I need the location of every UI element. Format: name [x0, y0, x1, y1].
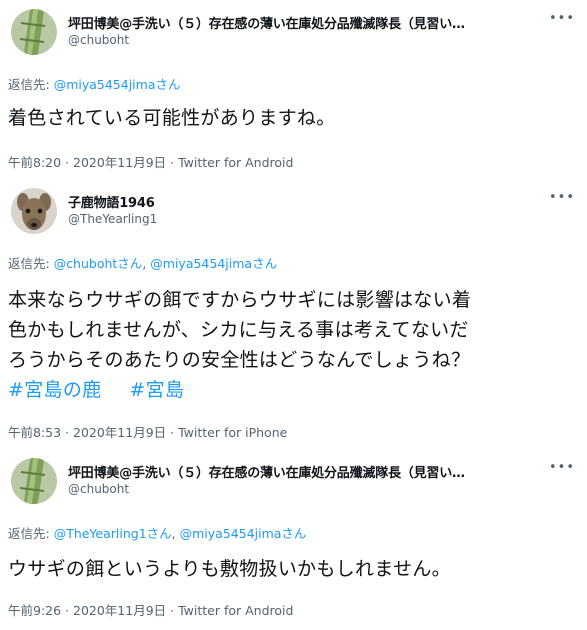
mention-link[interactable]: @miya5454jimaさん — [180, 526, 307, 541]
reply-context: 返信先: @miya5454jimaさん — [8, 74, 181, 93]
tweet-meta: 午前9:26 · 2020年11月9日 · Twitter for Androi… — [8, 600, 293, 619]
tweet-text-line: 色かもしれませんが、シカに与える事は考えてないだ — [8, 319, 469, 341]
reply-prefix: 返信先: — [8, 526, 54, 541]
tweet-text: 本来ならウサギの餌ですからウサギには影響はない着 色かもしれませんが、シカに与え… — [8, 285, 578, 405]
hashtag-link[interactable]: #宮島 — [129, 379, 184, 401]
mention-link[interactable]: @chubohtさん — [54, 256, 143, 271]
tweet-text-line: ろうからそのあたりの安全性はどうなんでしょうね？ — [8, 349, 471, 371]
reply-prefix: 返信先: — [8, 77, 54, 92]
reply-prefix: 返信先: — [8, 256, 54, 271]
display-name[interactable]: 坪田博美@手洗い（５）存在感の薄い在庫処分品殲滅隊長（見習い… — [68, 462, 546, 481]
timestamp-link[interactable]: 午前8:53 · 2020年11月9日 — [8, 425, 166, 440]
avatar[interactable] — [11, 188, 57, 234]
source-link[interactable]: Twitter for Android — [178, 155, 293, 170]
hashtag-row: #宮島の鹿 #宮島 — [8, 375, 578, 405]
tweet-text: ウサギの餌というよりも敷物扱いかもしれません。 — [8, 558, 451, 580]
timestamp-link[interactable]: 午前9:26 · 2020年11月9日 — [8, 603, 166, 618]
display-name[interactable]: 子鹿物語1946 — [68, 192, 546, 211]
tweet: 坪田博美@手洗い（５）存在感の薄い在庫処分品殲滅隊長（見習い… @chuboht… — [0, 450, 587, 630]
reply-separator: , — [171, 526, 180, 541]
tweet-text-line: 本来ならウサギの餌ですからウサギには影響はない着 — [8, 289, 472, 311]
more-horizontal-icon[interactable]: ••• — [549, 460, 575, 475]
tweet: 子鹿物語1946 @TheYearling1 ••• 返信先: @chuboht… — [0, 180, 587, 450]
tweet-meta: 午前8:53 · 2020年11月9日 · Twitter for iPhone — [8, 422, 287, 441]
user-handle[interactable]: @chuboht — [68, 482, 129, 496]
reply-context: 返信先: @TheYearling1さん, @miya5454jimaさん — [8, 523, 306, 542]
tweet-meta: 午前8:20 · 2020年11月9日 · Twitter for Androi… — [8, 152, 293, 171]
timestamp-link[interactable]: 午前8:20 · 2020年11月9日 — [8, 155, 166, 170]
user-handle[interactable]: @chuboht — [68, 33, 129, 47]
separator-dot: · — [166, 155, 179, 170]
avatar[interactable] — [11, 458, 57, 504]
display-name[interactable]: 坪田博美@手洗い（５）存在感の薄い在庫処分品殲滅隊長（見習い… — [68, 13, 546, 32]
avatar[interactable] — [11, 9, 57, 55]
separator-dot: · — [166, 603, 179, 618]
tweet: 坪田博美@手洗い（５）存在感の薄い在庫処分品殲滅隊長（見習い… @chuboht… — [0, 0, 587, 180]
mention-link[interactable]: @miya5454jimaさん — [54, 77, 181, 92]
more-horizontal-icon[interactable]: ••• — [549, 11, 575, 26]
source-link[interactable]: Twitter for iPhone — [178, 425, 287, 440]
separator-dot: · — [166, 425, 179, 440]
reply-context: 返信先: @chubohtさん, @miya5454jimaさん — [8, 253, 277, 272]
tweet-text: 着色されている可能性がありますね。 — [8, 107, 336, 129]
mention-link[interactable]: @TheYearling1さん — [54, 526, 172, 541]
more-horizontal-icon[interactable]: ••• — [549, 190, 575, 205]
hashtag-link[interactable]: #宮島の鹿 — [8, 379, 101, 401]
source-link[interactable]: Twitter for Android — [178, 603, 293, 618]
mention-link[interactable]: @miya5454jimaさん — [150, 256, 277, 271]
user-handle[interactable]: @TheYearling1 — [68, 212, 157, 226]
